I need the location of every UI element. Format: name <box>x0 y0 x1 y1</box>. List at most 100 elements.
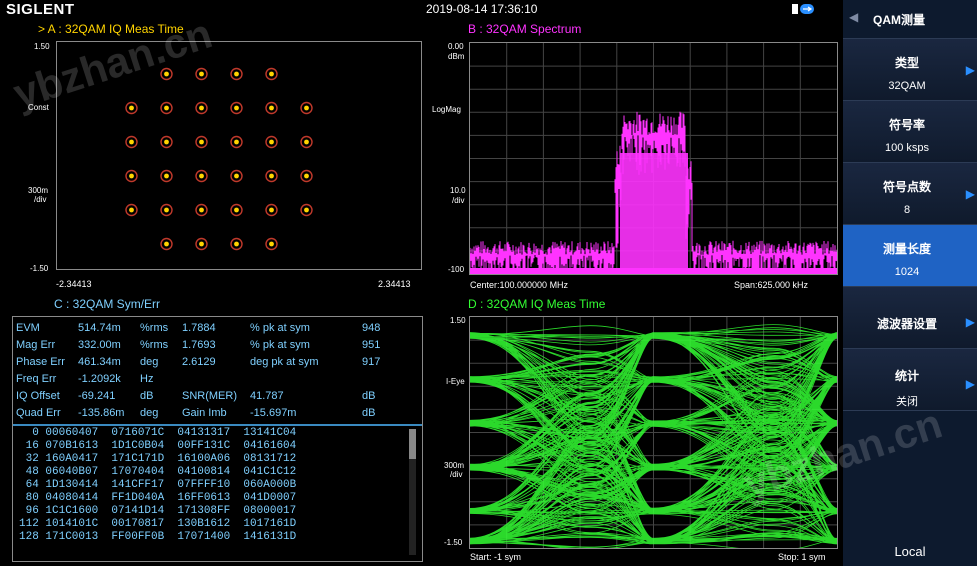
measurement-cell: %rms <box>140 338 169 351</box>
measurement-table: EVM 514.74m %rms 1.7884 % pk at sym 948 Mag Er… <box>16 319 392 421</box>
constellation-point <box>129 139 134 145</box>
eye-diagram-svg <box>470 317 837 548</box>
local-button[interactable]: Local <box>843 544 977 559</box>
trace-a-ydiv2: /div <box>34 195 47 204</box>
measurement-cell: Gain Imb <box>182 406 227 419</box>
softkey-type[interactable]: 类型 32QAM ▶ <box>843 39 977 101</box>
constellation-point <box>269 139 274 145</box>
measurement-cell: 1.7693 <box>182 338 216 351</box>
measurement-cell: Quad Err <box>16 406 61 419</box>
constellation-point <box>129 207 134 213</box>
constellation-point <box>234 139 239 145</box>
trace-d-ydiv2: /div <box>450 470 463 479</box>
softkey-symbol-points[interactable]: 符号点数 8 ▶ <box>843 163 977 225</box>
measurement-row: EVM 514.74m %rms 1.7884 % pk at sym 948 <box>16 319 392 336</box>
trace-b-ymode: LogMag <box>432 105 461 114</box>
measurement-cell: 948 <box>362 321 381 334</box>
constellation-point <box>304 139 309 145</box>
trace-b-ybot: -100 <box>448 265 465 274</box>
constellation-point <box>164 139 169 145</box>
constellation-point <box>199 105 204 111</box>
constellation-point <box>269 241 274 247</box>
trace-d-title: D : 32QAM IQ Meas Time <box>468 297 606 311</box>
brand-logo: SIGLENT <box>6 1 75 18</box>
trace-b-pane[interactable]: B : 32QAM Spectrum 0.00 dBm LogMag 10.0 … <box>426 19 840 294</box>
menu-header[interactable]: ◀ QAM测量 <box>843 0 977 39</box>
trace-a-xleft: -2.34413 <box>56 279 92 289</box>
measurement-row: Quad Err -135.86m deg Gain Imb -15.697m dB <box>16 404 392 421</box>
scrollbar-thumb[interactable] <box>409 429 416 459</box>
constellation-point <box>269 173 274 179</box>
measurement-cell: 2.6129 <box>182 355 216 368</box>
softkey-symbol-rate-label: 符号率 <box>888 118 925 132</box>
constellation-point <box>199 173 204 179</box>
measurement-cell: dB <box>362 389 376 402</box>
softkey-symbol-rate-value: 100 ksps <box>884 142 930 154</box>
measurement-cell <box>182 370 250 387</box>
table-separator <box>13 424 422 426</box>
measurement-cell: 41.787 <box>250 389 284 402</box>
softkey-meas-length[interactable]: 测量长度 1024 <box>843 225 977 287</box>
constellation-point <box>269 207 274 213</box>
softkey-type-value: 32QAM <box>888 80 926 92</box>
measurement-cell: SNR(MER) <box>182 389 237 402</box>
constellation-point <box>234 173 239 179</box>
measurement-row: Phase Err 461.34m deg 2.6129 deg pk at sym 91… <box>16 353 392 370</box>
trace-b-title: B : 32QAM Spectrum <box>468 22 582 36</box>
constellation-point <box>234 71 239 77</box>
spectrum-floor <box>470 268 837 274</box>
measurement-cell: Freq Err <box>16 372 57 385</box>
softkey-symbol-rate[interactable]: 符号率 100 ksps <box>843 101 977 163</box>
symbol-row: 0 00060407 0716071C 04131317 13141C04 <box>19 427 297 439</box>
trace-a-ydiv1: 300m <box>28 186 49 195</box>
constellation-point <box>129 105 134 111</box>
trace-d-pane[interactable]: D : 32QAM IQ Meas Time 1.50 I-Eye 300m /… <box>426 294 840 566</box>
softkey-filter-settings-label: 滤波器设置 <box>876 317 937 331</box>
trace-d-ybot: -1.50 <box>444 538 463 547</box>
measurement-row: Mag Err 332.00m %rms 1.7693 % pk at sym 951 <box>16 336 392 353</box>
measurement-cell: dB <box>362 406 376 419</box>
trace-b-center: Center:100.000000 MHz <box>470 280 569 290</box>
chevron-left-icon: ◀ <box>849 10 859 24</box>
measurement-cell: Phase Err <box>16 355 65 368</box>
trace-d-stop: Stop: 1 sym <box>778 552 826 562</box>
trace-c-title: C : 32QAM Sym/Err <box>54 297 161 311</box>
constellation-point <box>164 105 169 111</box>
softkey-filter-settings[interactable]: 滤波器设置 ▶ <box>843 287 977 349</box>
constellation-point <box>234 105 239 111</box>
measurement-cell: deg <box>140 406 159 419</box>
symbol-row: 112 1014101C 00170817 130B1612 1017161D <box>19 518 297 530</box>
trace-c-pane[interactable]: C : 32QAM Sym/Err EVM 514.74m %rms 1.7884 % … <box>0 294 423 566</box>
constellation-point <box>234 207 239 213</box>
constellation-point <box>269 71 274 77</box>
measurement-row: IQ Offset -69.241 dB SNR(MER) 41.787 dB <box>16 387 392 404</box>
measurement-cell: Hz <box>140 372 154 385</box>
measurement-cell: % pk at sym <box>250 321 310 334</box>
symbol-row: 48 06040B07 17070404 04100814 041C1C12 <box>19 466 297 478</box>
spectrum-plot[interactable] <box>469 42 838 275</box>
eye-diagram-plot[interactable] <box>469 316 838 549</box>
measurement-cell: deg pk at sym <box>250 355 319 368</box>
constellation-point <box>164 207 169 213</box>
symbol-row: 16 070B1613 1D1C0B04 00FF131C 04161604 <box>19 440 297 452</box>
constellation-point <box>199 139 204 145</box>
softkey-meas-length-value: 1024 <box>894 266 920 278</box>
measurement-cell: 332.00m <box>78 338 121 351</box>
softkey-symbol-points-value: 8 <box>903 204 911 216</box>
measurement-cell: IQ Offset <box>16 389 60 402</box>
constellation-point <box>304 105 309 111</box>
measurement-cell: EVM <box>16 321 40 334</box>
trace-a-xright: 2.34413 <box>378 279 411 289</box>
softkey-statistics-label: 统计 <box>894 369 919 383</box>
measurement-row: Freq Err -1.2092k Hz <box>16 370 392 387</box>
softkey-meas-length-label: 测量长度 <box>882 242 931 256</box>
constellation-point <box>199 71 204 77</box>
symbol-table: 0 00060407 0716071C 04131317 13141C04 16… <box>19 427 296 544</box>
trace-b-span: Span:625.000 kHz <box>734 280 809 290</box>
symbol-row: 128 171C0013 FF00FF0B 17071400 1416131D <box>19 531 297 543</box>
measurement-cell: dB <box>140 389 154 402</box>
measurement-cell: Mag Err <box>16 338 56 351</box>
arrow-right-icon: ▶ <box>965 187 975 201</box>
softkey-statistics[interactable]: 统计 关闭 ▶ <box>843 349 977 411</box>
symbol-scrollbar[interactable] <box>409 429 416 555</box>
